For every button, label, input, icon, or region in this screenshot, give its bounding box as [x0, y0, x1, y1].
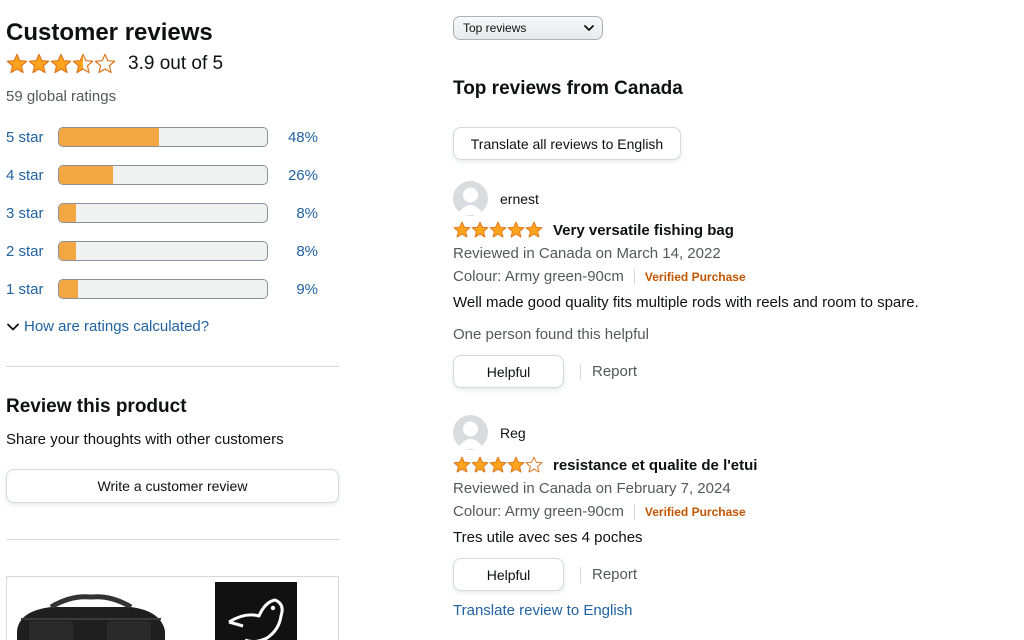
star-empty-icon	[525, 456, 543, 473]
product-bag-image	[17, 594, 165, 640]
star-full-icon	[50, 53, 72, 74]
review-body: Tres utile avec ses 4 poches	[453, 529, 643, 546]
translate-review-link[interactable]: Translate review to English	[453, 602, 633, 619]
star-full-icon	[471, 221, 489, 238]
review-rating-title-row[interactable]: Very versatile fishing bag	[453, 221, 734, 239]
histogram-star-label[interactable]: 4 star	[6, 167, 58, 184]
review-variant: Colour: Army green-90cm	[453, 268, 624, 285]
review-stars	[453, 456, 543, 474]
separator	[580, 363, 581, 380]
section-divider	[6, 366, 339, 367]
how-ratings-calculated-link[interactable]: How are ratings calculated?	[6, 318, 209, 335]
histogram-row[interactable]: 2 star 8%	[6, 239, 339, 263]
how-ratings-calculated-text: How are ratings calculated?	[24, 318, 210, 335]
chevron-down-icon	[584, 25, 594, 31]
histogram-bar[interactable]	[58, 127, 268, 147]
reviewer-name: Reg	[500, 424, 526, 441]
separator	[580, 566, 581, 583]
star-full-icon	[453, 456, 471, 473]
review-date: Reviewed in Canada on February 7, 2024	[453, 480, 731, 497]
review-date: Reviewed in Canada on March 14, 2022	[453, 245, 721, 262]
section-divider	[6, 539, 339, 540]
histogram-row[interactable]: 3 star 8%	[6, 201, 339, 225]
star-empty-icon	[94, 53, 116, 74]
histogram-row[interactable]: 5 star 48%	[6, 125, 339, 149]
review-actions: Helpful Report	[453, 558, 637, 591]
report-link[interactable]: Report	[592, 363, 637, 380]
histogram-percent[interactable]: 8%	[282, 205, 318, 222]
review-title[interactable]: Very versatile fishing bag	[553, 222, 734, 239]
star-full-icon	[453, 221, 471, 238]
review-rating-title-row[interactable]: resistance et qualite de l'etui	[453, 456, 757, 474]
report-link[interactable]: Report	[592, 566, 637, 583]
histogram-star-label[interactable]: 1 star	[6, 281, 58, 298]
review-product-subtitle: Share your thoughts with other customers	[6, 431, 284, 448]
review-actions: Helpful Report	[453, 355, 637, 388]
histogram-bar-fill	[59, 204, 76, 222]
translate-all-reviews-button[interactable]: Translate all reviews to English	[453, 127, 681, 160]
histogram-star-label[interactable]: 2 star	[6, 243, 58, 260]
star-full-icon	[489, 456, 507, 473]
star-full-icon	[507, 456, 525, 473]
reviewer-name: ernest	[500, 190, 539, 207]
separator	[633, 268, 635, 285]
chevron-down-icon	[7, 323, 19, 330]
histogram-row[interactable]: 1 star 9%	[6, 277, 339, 301]
star-partial-icon	[72, 53, 94, 74]
reviews-page: Customer reviews 3.9 out of 5 59 global …	[0, 0, 1024, 640]
star-full-icon	[28, 53, 50, 74]
sponsored-product-ad[interactable]	[6, 576, 339, 640]
review-variant: Colour: Army green-90cm	[453, 503, 624, 520]
histogram-percent[interactable]: 8%	[282, 243, 318, 260]
histogram-bar-fill	[59, 166, 114, 184]
histogram-star-label[interactable]: 3 star	[6, 205, 58, 222]
top-reviews-heading: Top reviews from Canada	[453, 78, 683, 99]
histogram-row[interactable]: 4 star 26%	[6, 163, 339, 187]
helpful-button[interactable]: Helpful	[453, 355, 564, 388]
star-full-icon	[471, 456, 489, 473]
histogram-bar-fill	[59, 242, 76, 260]
review-stars	[453, 221, 543, 239]
histogram-bar[interactable]	[58, 165, 268, 185]
star-full-icon	[525, 221, 543, 238]
write-review-button[interactable]: Write a customer review	[6, 469, 339, 503]
review-title[interactable]: resistance et qualite de l'etui	[553, 457, 757, 474]
helpful-button[interactable]: Helpful	[453, 558, 564, 591]
histogram-bar[interactable]	[58, 279, 268, 299]
review-product-title: Review this product	[6, 396, 187, 417]
verified-purchase-badge: Verified Purchase	[644, 504, 746, 519]
bird-logo-icon	[228, 598, 284, 640]
helpful-count: One person found this helpful	[453, 326, 649, 343]
histogram-bar[interactable]	[58, 203, 268, 223]
histogram-bar-fill	[59, 280, 78, 298]
global-ratings-count: 59 global ratings	[6, 88, 117, 105]
default-avatar-icon	[453, 415, 488, 450]
reviewer-profile[interactable]: Reg	[453, 415, 526, 450]
sort-reviews-dropdown[interactable]: Top reviews	[453, 16, 603, 40]
histogram-percent[interactable]: 9%	[282, 281, 318, 298]
histogram-star-label[interactable]: 5 star	[6, 129, 58, 146]
average-rating-text: 3.9 out of 5	[128, 53, 224, 74]
histogram-percent[interactable]: 26%	[282, 167, 318, 184]
customer-reviews-title: Customer reviews	[6, 19, 213, 46]
brand-logo	[215, 582, 297, 640]
verified-purchase-badge: Verified Purchase	[644, 269, 746, 284]
review-variant-row: Colour: Army green-90cm Verified Purchas…	[453, 268, 746, 285]
reviewer-profile[interactable]: ernest	[453, 181, 539, 216]
histogram-bar[interactable]	[58, 241, 268, 261]
star-full-icon	[6, 53, 28, 74]
sort-selected-value: Top reviews	[463, 21, 527, 35]
histogram-bar-fill	[59, 128, 159, 146]
star-full-icon	[489, 221, 507, 238]
star-full-icon	[507, 221, 525, 238]
separator	[633, 503, 635, 520]
default-avatar-icon	[453, 181, 488, 216]
histogram-percent[interactable]: 48%	[282, 129, 318, 146]
review-body: Well made good quality fits multiple rod…	[453, 294, 919, 311]
review-variant-row: Colour: Army green-90cm Verified Purchas…	[453, 503, 746, 520]
average-stars	[6, 53, 116, 75]
average-rating-row[interactable]: 3.9 out of 5	[6, 51, 223, 77]
